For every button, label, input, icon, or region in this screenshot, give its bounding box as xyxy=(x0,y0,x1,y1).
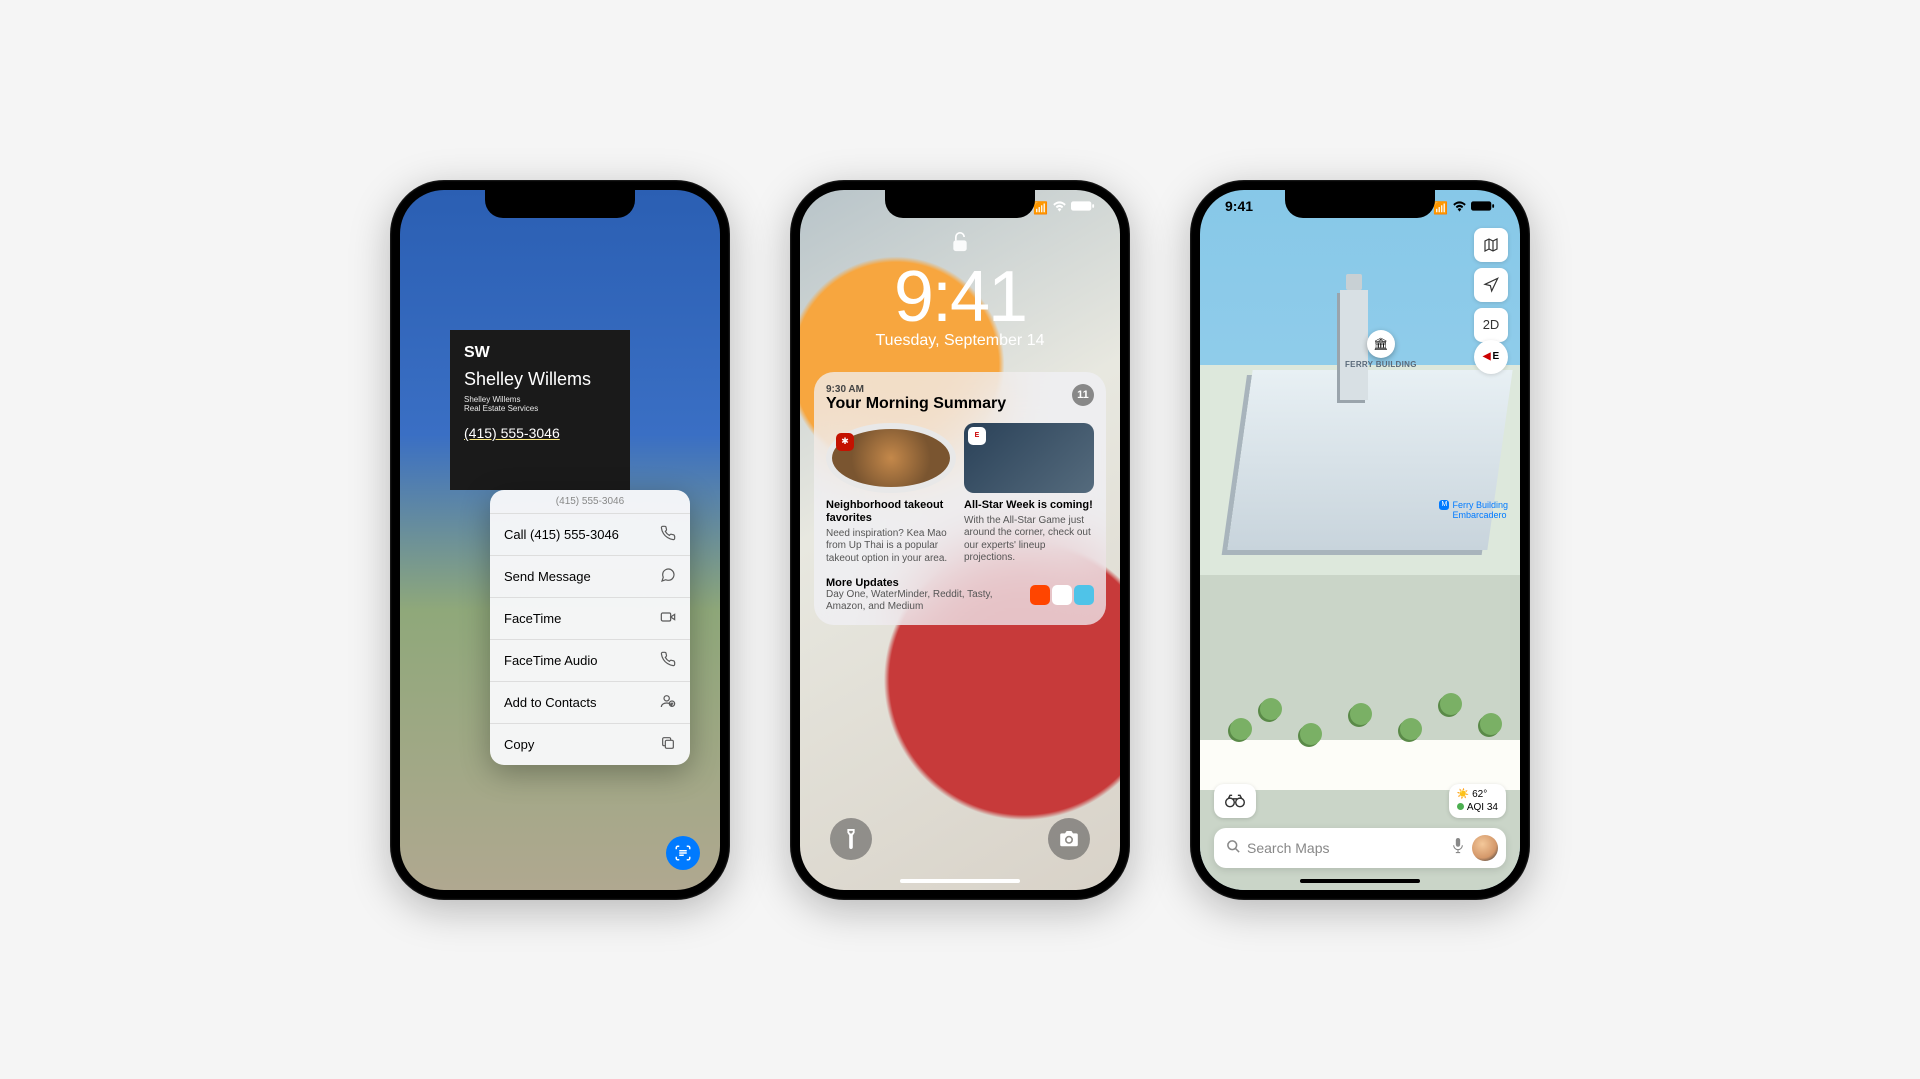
dayone-app-icon xyxy=(1074,585,1094,605)
menu-item-call[interactable]: Call (415) 555-3046 xyxy=(490,514,690,556)
notification-summary-card[interactable]: 9:30 AM Your Morning Summary 11 ✱ Neighb… xyxy=(814,372,1106,626)
tasty-app-icon xyxy=(1052,585,1072,605)
poi-ferry-building[interactable]: 🏛 FERRY BUILDING xyxy=(1345,330,1417,369)
sign-logo: SW xyxy=(464,344,616,362)
status-time: 9:41 xyxy=(1225,198,1275,218)
summary-item-yelp[interactable]: ✱ Neighborhood takeout favorites Need in… xyxy=(826,423,956,566)
locate-me-button[interactable] xyxy=(1474,268,1508,302)
menu-label: FaceTime xyxy=(504,611,561,626)
weather-widget[interactable]: ☀️ 62° AQI 34 xyxy=(1449,784,1506,818)
view-mode-2d-button[interactable]: 2D xyxy=(1474,308,1508,342)
phone-maps: 9:41 📶 2D ◀E 🏛 F xyxy=(1190,180,1530,900)
reddit-app-icon xyxy=(1030,585,1050,605)
menu-item-add-contact[interactable]: Add to Contacts xyxy=(490,682,690,724)
weather-temp: 62° xyxy=(1472,789,1487,800)
compass-button[interactable]: ◀E xyxy=(1474,340,1508,374)
battery-icon xyxy=(1471,200,1495,215)
menu-label: Add to Contacts xyxy=(504,695,597,710)
summary-item-title: All-Star Week is coming! xyxy=(964,499,1094,512)
summary-item-title: Neighborhood takeout favorites xyxy=(826,499,956,525)
menu-label: Copy xyxy=(504,737,534,752)
map-building xyxy=(1227,370,1512,550)
menu-header: (415) 555-3046 xyxy=(490,490,690,514)
lock-screen-date: Tuesday, September 14 xyxy=(800,332,1120,350)
menu-item-facetime[interactable]: FaceTime xyxy=(490,598,690,640)
yelp-app-icon: ✱ xyxy=(836,433,854,451)
search-icon xyxy=(1226,839,1241,857)
contact-add-icon xyxy=(660,693,676,712)
transit-station-label[interactable]: MFerry Building Embarcadero xyxy=(1439,500,1508,521)
espn-app-icon: E xyxy=(968,427,986,445)
more-updates-body: Day One, WaterMinder, Reddit, Tasty, Ama… xyxy=(826,589,1030,613)
summary-item-espn[interactable]: E All-Star Week is coming! With the All-… xyxy=(964,423,1094,566)
wifi-icon xyxy=(1052,200,1067,215)
look-around-button[interactable] xyxy=(1214,784,1256,818)
summary-thumb-food: ✱ xyxy=(826,423,956,493)
poi-label: FERRY BUILDING xyxy=(1345,360,1417,369)
menu-item-message[interactable]: Send Message xyxy=(490,556,690,598)
more-updates-row[interactable]: More Updates Day One, WaterMinder, Reddi… xyxy=(826,577,1094,613)
user-avatar[interactable] xyxy=(1472,835,1498,861)
signal-icon: 📶 xyxy=(1433,201,1448,215)
lock-screen-time: 9:41 xyxy=(800,256,1120,338)
camera-button[interactable] xyxy=(1048,818,1090,860)
flashlight-button[interactable] xyxy=(830,818,872,860)
live-text-context-menu: (415) 555-3046 Call (415) 555-3046 Send … xyxy=(490,490,690,765)
video-icon xyxy=(660,609,676,628)
transit-icon: M xyxy=(1439,500,1449,510)
home-indicator[interactable] xyxy=(1300,879,1420,883)
poi-pin-icon: 🏛 xyxy=(1367,330,1395,358)
sign-sub: Shelley Willems Real Estate Services xyxy=(464,395,616,413)
menu-label: Send Message xyxy=(504,569,591,584)
live-text-button[interactable] xyxy=(666,836,700,870)
phone-live-text: SW Shelley Willems Shelley Willems Real … xyxy=(390,180,730,900)
sign-phone-number[interactable]: (415) 555-3046 xyxy=(464,425,616,441)
summary-item-body: Need inspiration? Kea Mao from Up Thai i… xyxy=(826,528,956,566)
more-updates-app-icons xyxy=(1030,585,1094,605)
message-icon xyxy=(660,567,676,586)
menu-item-facetime-audio[interactable]: FaceTime Audio xyxy=(490,640,690,682)
summary-item-body: With the All-Star Game just around the c… xyxy=(964,515,1094,565)
wifi-icon xyxy=(1452,200,1467,215)
copy-icon xyxy=(660,735,676,754)
sign-name: Shelley Willems xyxy=(464,370,616,390)
search-placeholder: Search Maps xyxy=(1247,840,1452,856)
more-updates-title: More Updates xyxy=(826,577,1030,589)
phone-icon xyxy=(660,651,676,670)
home-indicator[interactable] xyxy=(900,879,1020,883)
summary-title: Your Morning Summary xyxy=(826,395,1006,413)
menu-label: Call (415) 555-3046 xyxy=(504,527,619,542)
menu-item-copy[interactable]: Copy xyxy=(490,724,690,765)
summary-thumb-sport: E xyxy=(964,423,1094,493)
map-mode-button[interactable] xyxy=(1474,228,1508,262)
menu-label: FaceTime Audio xyxy=(504,653,597,668)
aqi-value: AQI 34 xyxy=(1467,802,1498,813)
microphone-icon[interactable] xyxy=(1452,838,1464,857)
phone-lock-screen: 📶 9:41 Tuesday, September 14 9:30 AM You… xyxy=(790,180,1130,900)
maps-search-bar[interactable]: Search Maps xyxy=(1214,828,1506,868)
real-estate-sign: SW Shelley Willems Shelley Willems Real … xyxy=(450,330,630,490)
summary-count-badge: 11 xyxy=(1072,384,1094,406)
signal-icon: 📶 xyxy=(1033,201,1048,215)
battery-icon xyxy=(1071,200,1095,215)
phone-icon xyxy=(660,525,676,544)
aqi-dot-icon xyxy=(1457,803,1464,810)
weather-icon: ☀️ xyxy=(1457,789,1469,800)
summary-time: 9:30 AM xyxy=(826,384,1006,395)
